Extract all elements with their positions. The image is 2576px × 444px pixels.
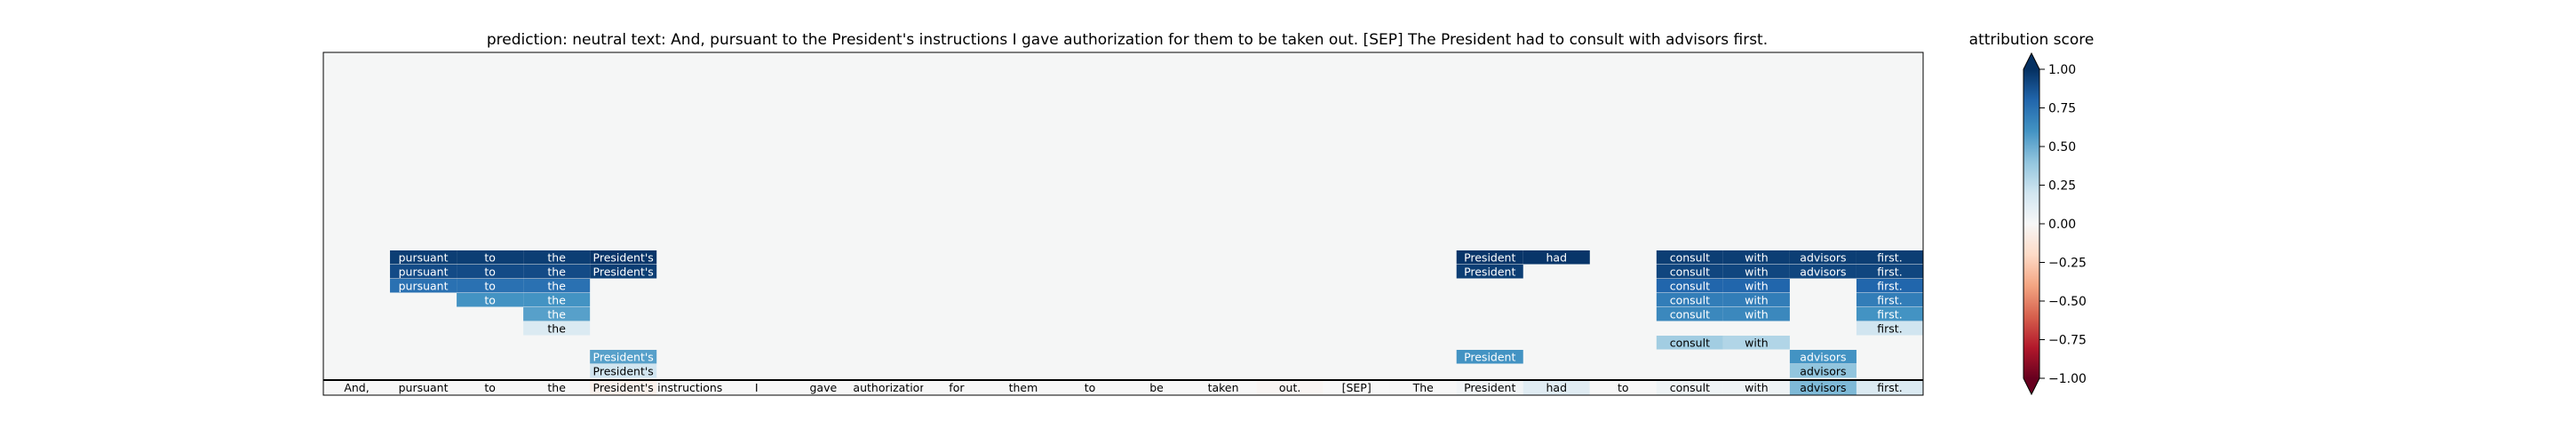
token-label: to <box>1618 381 1629 394</box>
token-label: the <box>547 381 566 394</box>
cell-token-label: President's <box>593 266 654 279</box>
token-label: advisors <box>1800 381 1846 394</box>
cell-token-label: with <box>1745 280 1769 293</box>
token-label: pursuant <box>399 381 449 394</box>
token-label: taken <box>1208 381 1239 394</box>
colorbar-tick-label: −0.75 <box>2048 334 2087 348</box>
cell-token-label: consult <box>1670 251 1710 265</box>
token-label: first. <box>1877 381 1902 394</box>
cell-token-label: the <box>547 266 566 279</box>
cell-token-label: with <box>1745 337 1769 350</box>
colorbar-tick-label: −0.50 <box>2048 295 2087 309</box>
colorbar-tick-label: −1.00 <box>2048 372 2087 386</box>
cell-token-label: first. <box>1877 308 1902 321</box>
cell-token-label: had <box>1546 251 1568 265</box>
cell-token-label: to <box>484 251 496 265</box>
cell-token-label: first. <box>1877 322 1902 336</box>
cell-token-label: advisors <box>1800 251 1846 265</box>
token-label: consult <box>1670 381 1710 394</box>
cell-token-label: to <box>484 280 496 293</box>
colorbar-tick-label: 1.00 <box>2048 63 2076 77</box>
colorbar-gradient <box>2023 69 2039 378</box>
cell-token-label: consult <box>1670 337 1710 350</box>
attribution-heatmap-figure: prediction: neutral text: And, pursuant … <box>322 31 2095 396</box>
token-label: instructions <box>657 381 722 394</box>
cell-token-label: the <box>547 294 566 307</box>
cell-token-label: the <box>547 280 566 293</box>
colorbar-title: attribution score <box>1969 31 2095 49</box>
colorbar: attribution score 1.00 0.75 0.50 0.25 0.00 −0… <box>1969 31 2095 396</box>
token-label: President <box>1464 381 1515 394</box>
cell-token-label: pursuant <box>399 251 449 265</box>
colorbar-extend-max <box>2023 53 2039 69</box>
token-label: with <box>1745 381 1769 394</box>
cell-token-label: the <box>547 308 566 321</box>
cell-token-label: first. <box>1877 294 1902 307</box>
cell-token-label: advisors <box>1800 365 1846 378</box>
colorbar-extend-min <box>2023 378 2039 394</box>
cell-token-label: with <box>1745 251 1769 265</box>
token-label: And, <box>344 381 369 394</box>
token-label: be <box>1149 381 1164 394</box>
cell-token-label: pursuant <box>399 266 449 279</box>
colorbar-tick-label: 0.25 <box>2048 179 2076 194</box>
cell-token-label: President's <box>593 251 654 265</box>
cell-token-label: to <box>484 266 496 279</box>
cell-token-label: advisors <box>1800 351 1846 364</box>
token-label: gave <box>809 381 837 394</box>
cell-token-label: advisors <box>1800 266 1846 279</box>
cell-token-label: the <box>547 322 566 336</box>
token-label: them <box>1009 381 1038 394</box>
cell-token-label: pursuant <box>399 280 449 293</box>
token-label: for <box>949 381 965 394</box>
token-label: I <box>755 381 759 394</box>
token-label: to <box>484 381 496 394</box>
token-label: authorization <box>853 381 926 394</box>
cell-token-label: President's <box>593 351 654 364</box>
plot-area: President's advisors President's President a… <box>322 52 1924 396</box>
colorbar-tick-label: 0.50 <box>2048 140 2076 155</box>
token-label: had <box>1546 381 1568 394</box>
cell-token-label: President <box>1464 351 1515 364</box>
token-label: [SEP] <box>1342 381 1371 394</box>
cell-token-label: consult <box>1670 280 1710 293</box>
cell-token-label: with <box>1745 308 1769 321</box>
cell-token-label: President's <box>593 365 654 378</box>
cell-token-label: first. <box>1877 251 1902 265</box>
token-label: President's <box>593 381 654 394</box>
cell-token-label: consult <box>1670 294 1710 307</box>
colorbar-tick-label: −0.25 <box>2048 257 2087 271</box>
cell-token-label: the <box>547 251 566 265</box>
cell-token-label: first. <box>1877 280 1902 293</box>
cell-token-label: consult <box>1670 266 1710 279</box>
cell-token-label: to <box>484 294 496 307</box>
cell-token-label: President <box>1464 251 1515 265</box>
cell-token-label: with <box>1745 266 1769 279</box>
cell-token-label: with <box>1745 294 1769 307</box>
cell-token-label: first. <box>1877 266 1902 279</box>
token-label: to <box>1085 381 1096 394</box>
chart-title: prediction: neutral text: And, pursuant … <box>487 31 1768 49</box>
token-label: The <box>1412 381 1435 394</box>
colorbar-tick-label: 0.00 <box>2048 218 2076 232</box>
colorbar-tick-label: 0.75 <box>2048 102 2076 116</box>
token-label: out. <box>1279 381 1300 394</box>
cell-token-label: President <box>1464 266 1515 279</box>
cell-token-label: consult <box>1670 308 1710 321</box>
